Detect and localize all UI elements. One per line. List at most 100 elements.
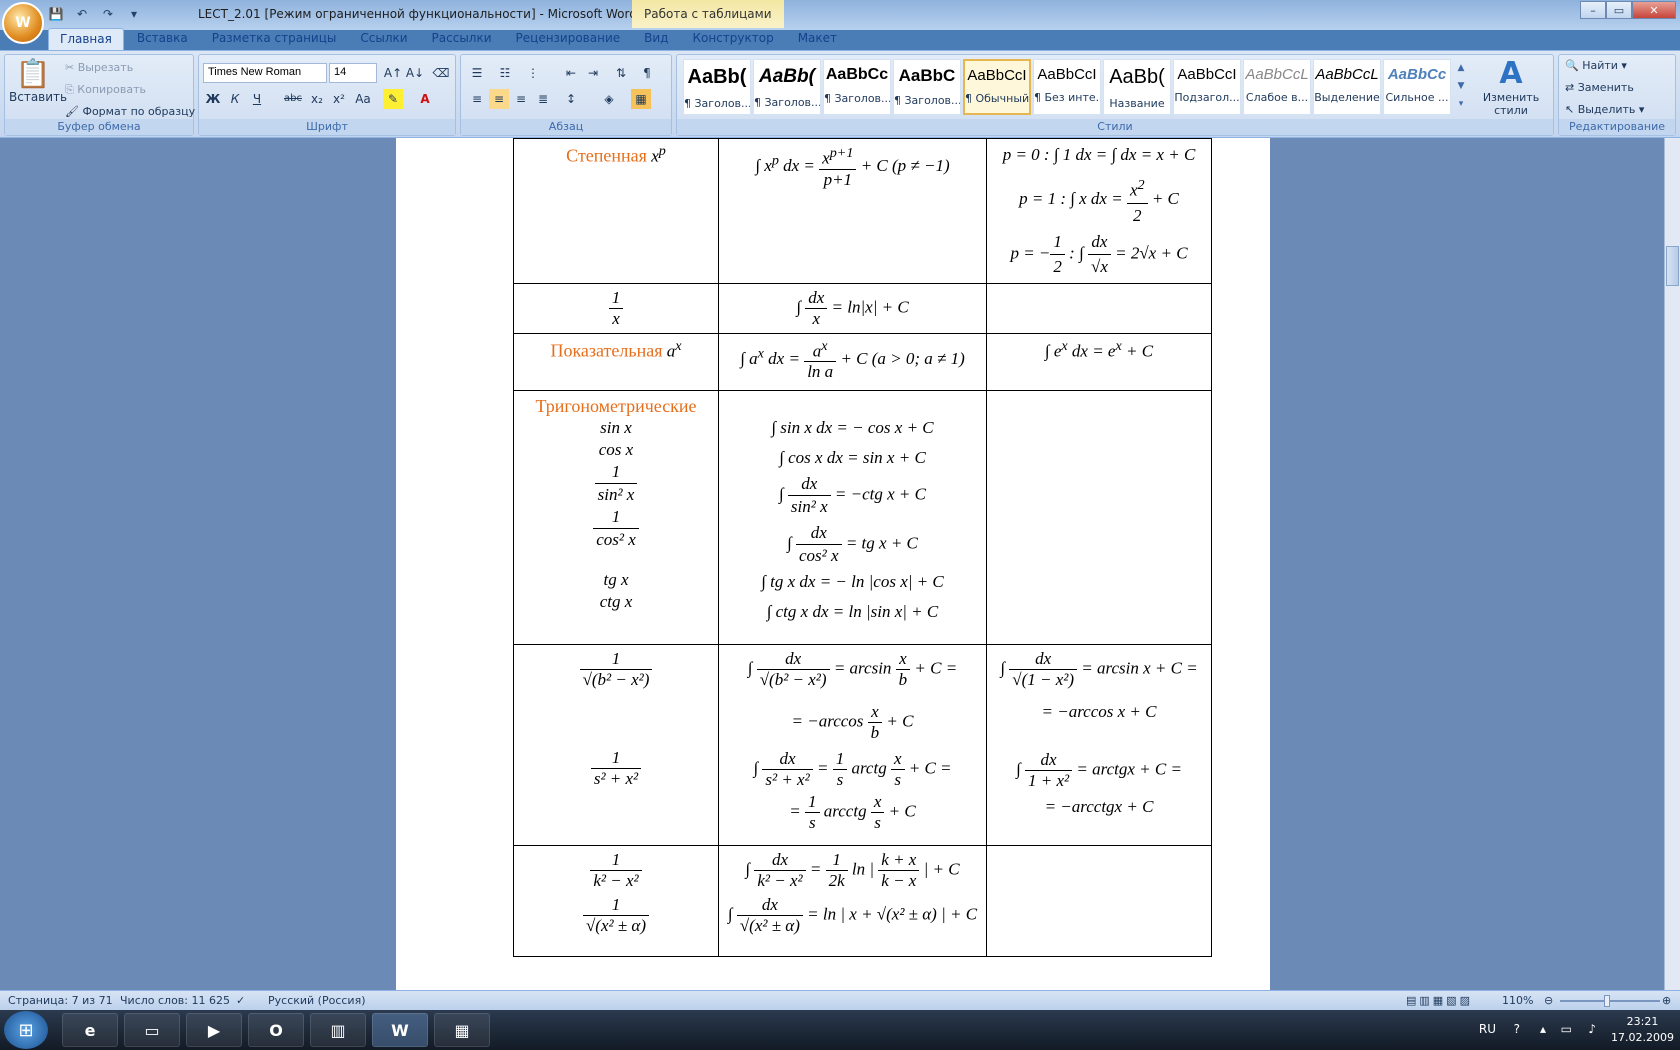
justify-icon[interactable]: ≣ — [533, 89, 553, 109]
zoom-slider-thumb[interactable] — [1604, 995, 1610, 1007]
integrals-table[interactable]: Степенная xp ∫ xp dx = xp+1 p+1 + C (p ≠ … — [513, 138, 1212, 957]
format-painter-button[interactable]: 🖌 Формат по образцу — [65, 105, 195, 118]
style-normal[interactable]: AaBbCcI ¶ Обычный — [963, 59, 1031, 115]
style-subtitle[interactable]: AaBbCcI Подзагол... — [1173, 59, 1241, 115]
word-taskbar-icon[interactable]: W — [372, 1013, 428, 1047]
change-styles-button[interactable]: A Изменить стили — [1473, 57, 1549, 118]
redo-icon[interactable]: ↷ — [98, 4, 118, 24]
change-case-button[interactable]: Aa — [353, 89, 373, 109]
copy-button[interactable]: ⎘ Копировать — [65, 83, 146, 97]
show-formatting-button[interactable]: ¶ — [637, 63, 657, 83]
exponential-function-cell[interactable]: Показательная ax — [513, 332, 719, 391]
empty-cell[interactable] — [986, 844, 1212, 957]
power-integral-cell[interactable]: ∫ xp dx = xp+1 p+1 + C (p ≠ −1) — [718, 138, 987, 284]
clear-format-icon[interactable]: ⌫ — [431, 63, 451, 83]
undo-icon[interactable]: ↶ — [72, 4, 92, 24]
volume-icon[interactable]: ♪ — [1588, 1022, 1596, 1036]
font-size-select[interactable]: 14 — [329, 63, 377, 83]
tab-layout[interactable]: Макет — [787, 28, 848, 50]
view-buttons[interactable]: ▤▥▦▧▨ — [1406, 994, 1473, 1007]
cut-button[interactable]: ✂ Вырезать — [65, 61, 133, 74]
font-color-icon[interactable]: A — [415, 89, 435, 109]
opera-icon[interactable]: O — [248, 1013, 304, 1047]
multilevel-list-icon[interactable]: ⋮ — [523, 63, 543, 83]
language-status[interactable]: Русский (Россия) — [268, 994, 366, 1007]
font-name-select[interactable]: Times New Roman — [203, 63, 327, 83]
tab-review[interactable]: Рецензирование — [505, 28, 632, 50]
styles-scroll-arrows[interactable]: ▲ ▼ ▾ — [1455, 59, 1467, 115]
exponential-integral-cell[interactable]: ∫ ax dx = ax ln a + C (a > 0; a ≠ 1) — [718, 332, 987, 391]
style-heading-3[interactable]: AaBbCc ¶ Заголов... — [823, 59, 891, 115]
arc-functions-cell[interactable]: 1 √(b² − x²) 1 s² + x² — [513, 643, 719, 846]
exponential-e-cell[interactable]: ∫ ex dx = ex + C — [986, 332, 1212, 391]
power-cases-cell[interactable]: p = 0 : ∫ 1 dx = ∫ dx = x + C p = 1 : ∫ … — [986, 138, 1212, 284]
superscript-button[interactable]: x² — [329, 89, 349, 109]
empty-cell[interactable] — [986, 282, 1212, 334]
style-subtle-emphasis[interactable]: AaBbCcL Слабое в... — [1243, 59, 1311, 115]
numbering-icon[interactable]: ☷ — [495, 63, 515, 83]
explorer-icon[interactable]: ▭ — [124, 1013, 180, 1047]
shrink-font-button[interactable]: A↓ — [405, 63, 425, 83]
style-intense-emphasis[interactable]: AaBbCc Сильное ... — [1383, 59, 1451, 115]
tab-design[interactable]: Конструктор — [681, 28, 784, 50]
zoom-level[interactable]: 110% — [1502, 994, 1533, 1007]
style-emphasis[interactable]: AaBbCcL Выделение — [1313, 59, 1381, 115]
clock[interactable]: 23:21 17.02.2009 — [1611, 1014, 1674, 1046]
align-center-icon[interactable]: ≡ — [489, 89, 509, 109]
highlight-icon[interactable]: ✎ — [383, 89, 403, 109]
empty-cell[interactable] — [986, 389, 1212, 645]
strikethrough-button[interactable]: abc — [283, 89, 303, 109]
log-integrals-cell[interactable]: ∫ dx k² − x² = 1 2k ln | k + xk − x | + C … — [718, 844, 987, 957]
style-heading-1[interactable]: AaBb(¶ Заголов... — [683, 59, 751, 115]
align-right-icon[interactable]: ≡ — [511, 89, 531, 109]
app-icon[interactable]: ▥ — [310, 1013, 366, 1047]
underline-button[interactable]: Ч — [247, 89, 267, 109]
tab-mailings[interactable]: Рассылки — [421, 28, 503, 50]
find-button[interactable]: 🔍 Найти ▾ — [1565, 59, 1627, 72]
minimize-button[interactable]: – — [1580, 1, 1606, 19]
style-heading-4[interactable]: AaBbC ¶ Заголов... — [893, 59, 961, 115]
reciprocal-integral-cell[interactable]: ∫ dx x = ln|x| + C — [718, 282, 987, 334]
italic-button[interactable]: К — [225, 89, 245, 109]
network-icon[interactable]: ▭ — [1561, 1022, 1572, 1036]
word-count[interactable]: Число слов: 11 625 — [120, 994, 230, 1007]
help-icon[interactable]: ? — [1514, 1022, 1520, 1036]
align-left-icon[interactable]: ≡ — [467, 89, 487, 109]
tab-insert[interactable]: Вставка — [126, 28, 199, 50]
start-button[interactable]: ⊞ — [4, 1011, 48, 1049]
decrease-indent-icon[interactable]: ⇤ — [561, 63, 581, 83]
sort-icon[interactable]: ⇅ — [611, 63, 631, 83]
tab-page-layout[interactable]: Разметка страницы — [201, 28, 348, 50]
select-button[interactable]: ↖ Выделить ▾ — [1565, 103, 1644, 116]
bullets-icon[interactable]: ☰ — [467, 63, 487, 83]
internet-explorer-icon[interactable]: e — [62, 1013, 118, 1047]
zoom-in-icon[interactable]: ⊕ — [1662, 994, 1671, 1007]
arc-integrals-cell[interactable]: ∫ dx √(b² − x²) = arcsin xb + C = = −arcc… — [718, 643, 987, 846]
document-page[interactable]: Степенная xp ∫ xp dx = xp+1 p+1 + C (p ≠ … — [396, 138, 1270, 990]
style-no-spacing[interactable]: AaBbCcI ¶ Без инте... — [1033, 59, 1101, 115]
shading-icon[interactable]: ◈ — [599, 89, 619, 109]
office-button[interactable]: W — [2, 2, 44, 44]
zoom-out-icon[interactable]: ⊖ — [1544, 994, 1553, 1007]
replace-button[interactable]: ⇄ Заменить — [1565, 81, 1634, 94]
increase-indent-icon[interactable]: ⇥ — [583, 63, 603, 83]
spell-check-icon[interactable]: ✓ — [236, 994, 245, 1007]
trig-integrals-cell[interactable]: ∫ sin x dx = − cos x + C ∫ cos x dx = si… — [718, 389, 987, 645]
close-button[interactable]: ✕ — [1632, 1, 1676, 19]
style-heading-2[interactable]: AaBb(¶ Заголов... — [753, 59, 821, 115]
media-player-icon[interactable]: ▶ — [186, 1013, 242, 1047]
line-spacing-icon[interactable]: ↕ — [561, 89, 581, 109]
maximize-button[interactable]: ▭ — [1606, 1, 1632, 19]
style-title[interactable]: AaBb(Название — [1103, 59, 1171, 115]
arc-special-cell[interactable]: ∫ dx √(1 − x²) = arcsin x + C = = −arccos… — [986, 643, 1212, 846]
page-count[interactable]: Страница: 7 из 71 — [8, 994, 113, 1007]
grow-font-button[interactable]: A↑ — [383, 63, 403, 83]
app2-icon[interactable]: ▦ — [434, 1013, 490, 1047]
tab-home[interactable]: Главная — [48, 28, 124, 50]
save-icon[interactable]: 💾 — [46, 4, 66, 24]
paste-button[interactable]: 📋 Вставить — [9, 57, 67, 104]
zoom-slider[interactable] — [1560, 1000, 1660, 1002]
trig-functions-cell[interactable]: Тригонометрические sin x cos x 1 sin² x 1… — [513, 389, 719, 645]
tray-expand-icon[interactable]: ▴ — [1540, 1022, 1546, 1036]
bold-button[interactable]: Ж — [203, 89, 223, 109]
